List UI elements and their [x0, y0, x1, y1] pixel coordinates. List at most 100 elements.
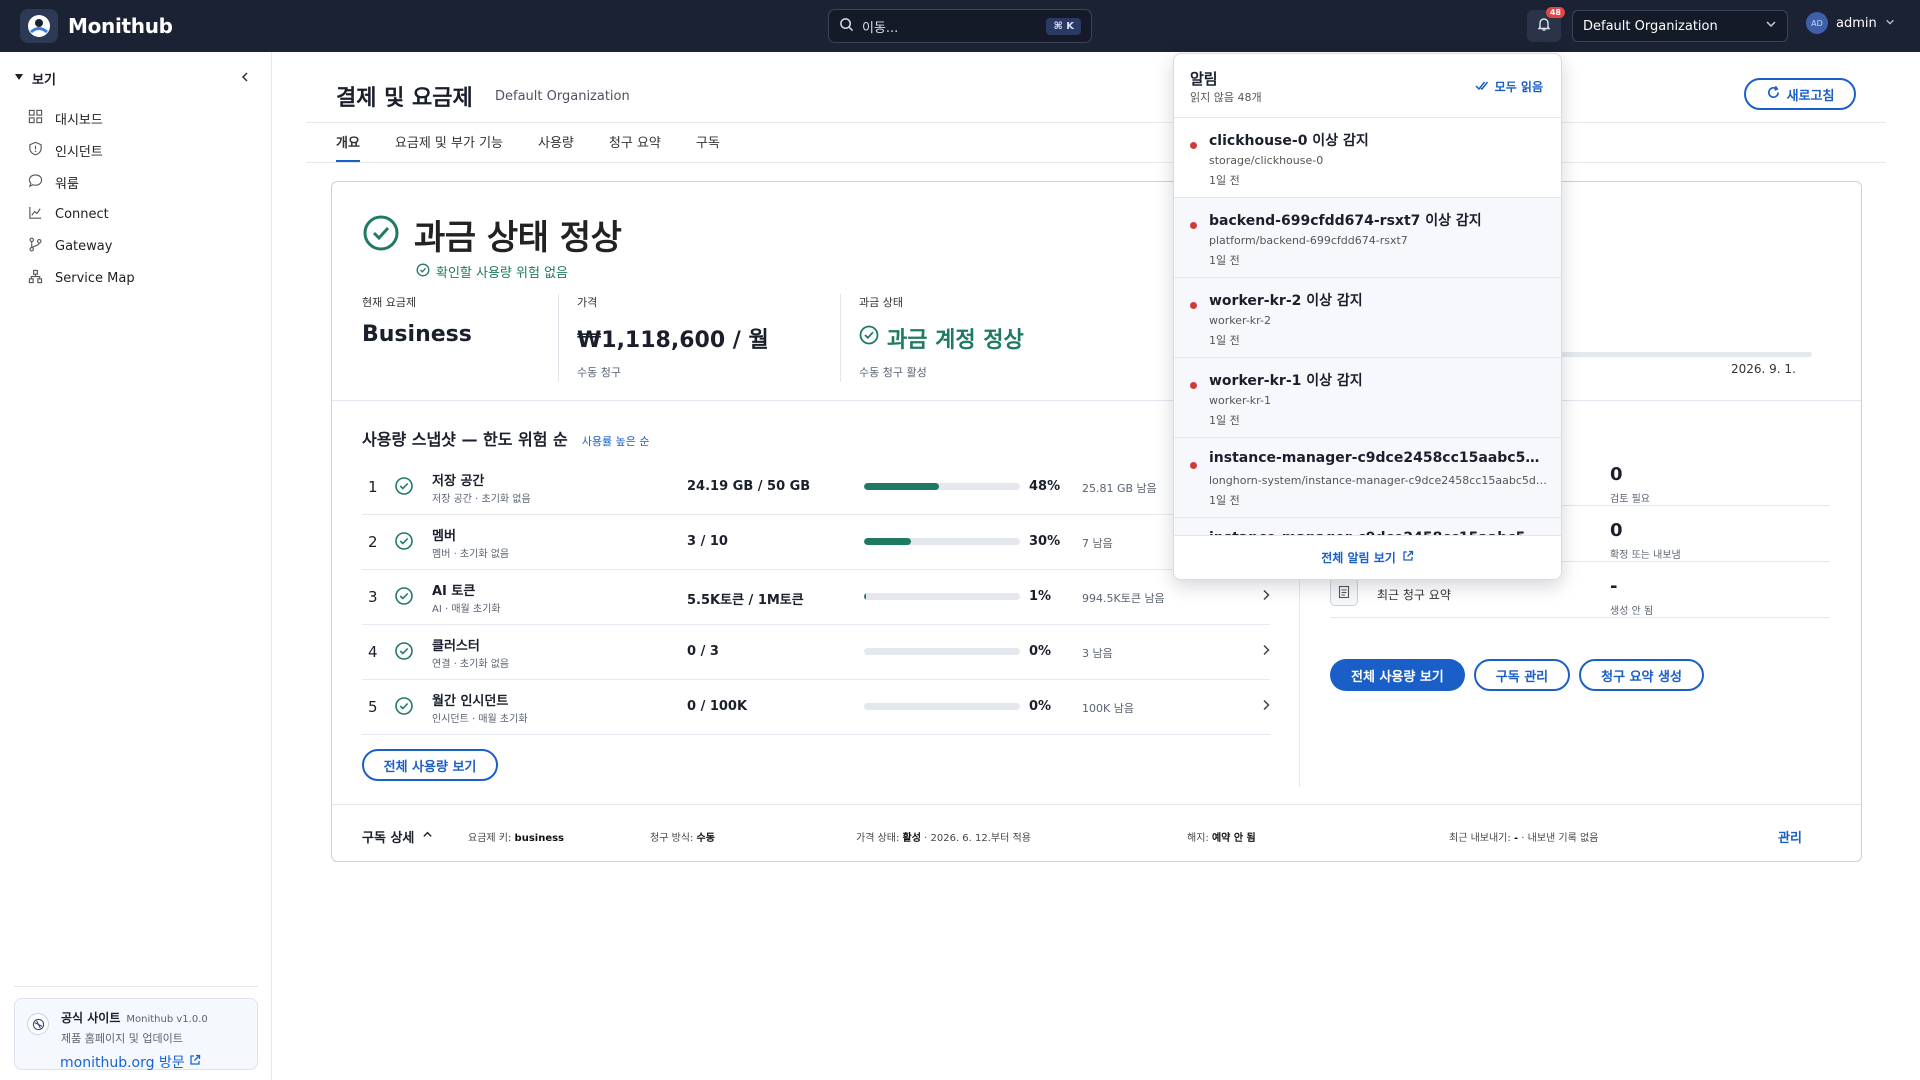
- billing-method-label: 청구 방식:: [650, 833, 694, 844]
- usage-percent: 0%: [1029, 699, 1052, 714]
- chevron-right-icon[interactable]: [1259, 588, 1273, 606]
- unread-dot-icon: [1190, 382, 1197, 389]
- notifications-unread-count: 읽지 않음 48개: [1190, 91, 1262, 104]
- cancellation-label: 해지:: [1187, 833, 1209, 844]
- usage-row[interactable]: 3 AI 토큰 AI · 매월 초기화 5.5K토큰 / 1M토큰 1% 994…: [362, 570, 1270, 625]
- usage-value: 0 / 100K: [687, 699, 748, 714]
- user-menu[interactable]: AD admin: [1806, 12, 1895, 34]
- official-site-card: 공식 사이트 Monithub v1.0.0 제품 홈페이지 및 업데이트 mon…: [14, 998, 258, 1072]
- notifications-list: clickhouse-0 이상 감지 storage/clickhouse-0 …: [1174, 118, 1561, 536]
- usage-rank: 4: [368, 643, 378, 661]
- notifications-popover: 알림 읽지 않음 48개 모두 읽음 clickhouse-0 이상 감지 st…: [1173, 53, 1562, 580]
- usage-progress-bar: [864, 703, 1020, 710]
- billing-metrics: 현재 요금제 Business 가격 ₩1,118,600 / 월 수동 청구 …: [362, 294, 1178, 382]
- notification-time: 1일 전: [1209, 414, 1240, 427]
- usage-row[interactable]: 1 저장 공간 저장 공간 · 초기화 없음 24.19 GB / 50 GB …: [362, 460, 1270, 515]
- usage-value: 5.5K토큰 / 1M토큰: [687, 593, 804, 608]
- sidebar-item-incidents[interactable]: 인시던트: [28, 134, 135, 166]
- sidebar-item-warroom[interactable]: 워룸: [28, 166, 135, 198]
- sidebar-item-service-map[interactable]: Service Map: [28, 262, 135, 294]
- metric-price: 가격 ₩1,118,600 / 월 수동 청구: [558, 294, 822, 382]
- search-input[interactable]: 이동... ⌘ K: [828, 9, 1092, 43]
- usage-name: AI 토큰: [432, 584, 476, 599]
- top-bar: Monithub 이동... ⌘ K 48 Default Organizati…: [0, 0, 1920, 52]
- tab-subscription[interactable]: 구독: [696, 132, 720, 162]
- sidebar-item-label: Gateway: [55, 238, 113, 254]
- view-all-usage-primary-button[interactable]: 전체 사용량 보기: [1330, 659, 1465, 691]
- price-status-label: 가격 상태:: [856, 833, 900, 844]
- search-shortcut: ⌘ K: [1046, 17, 1081, 35]
- manage-link[interactable]: 관리: [1778, 827, 1802, 846]
- refresh-button[interactable]: 새로고침: [1744, 78, 1856, 110]
- tab-overview[interactable]: 개요: [336, 132, 360, 162]
- subscription-details-toggle[interactable]: 구독 상세: [362, 827, 433, 846]
- usage-row[interactable]: 4 클러스터 연결 · 초기화 없음 0 / 3 0% 3 남음: [362, 625, 1270, 680]
- sidebar-item-label: 인시던트: [55, 144, 103, 160]
- official-site-link[interactable]: monithub.org 방문: [60, 1052, 247, 1072]
- network-icon: [28, 269, 43, 288]
- tab-usage[interactable]: 사용량: [538, 132, 574, 162]
- card-footer-divider: [332, 804, 1861, 805]
- summary-value: 0: [1610, 520, 1623, 541]
- notifications-title: 알림: [1190, 70, 1218, 88]
- metric-label: 현재 요금제: [362, 296, 417, 309]
- summary-value: 0: [1610, 464, 1623, 485]
- chevron-right-icon[interactable]: [1259, 643, 1273, 661]
- unread-dot-icon: [1190, 222, 1197, 229]
- usage-value: 3 / 10: [687, 534, 728, 549]
- mark-all-read-button[interactable]: 모두 읽음: [1475, 78, 1543, 95]
- notification-item[interactable]: worker-kr-1 이상 감지 worker-kr-1 1일 전: [1174, 358, 1561, 438]
- notification-source: storage/clickhouse-0: [1209, 154, 1324, 167]
- usage-row[interactable]: 2 멤버 멤버 · 초기화 없음 3 / 10 30% 7 남음: [362, 515, 1270, 570]
- view-all-notifications-label: 전체 알림 보기: [1321, 551, 1396, 565]
- chevron-down-icon: [1765, 18, 1777, 34]
- generate-billing-summary-button[interactable]: 청구 요약 생성: [1579, 659, 1704, 691]
- usage-remaining: 3 남음: [1082, 647, 1113, 660]
- notification-item[interactable]: instance-manager-c9dce2458cc15aabc5da10: [1174, 518, 1561, 536]
- usage-rank: 2: [368, 533, 378, 551]
- unread-dot-icon: [1190, 302, 1197, 309]
- billing-method: 청구 방식: 수동: [650, 829, 715, 844]
- notification-item[interactable]: worker-kr-2 이상 감지 worker-kr-2 1일 전: [1174, 278, 1561, 358]
- sidebar-item-dashboard[interactable]: 대시보드: [28, 102, 135, 134]
- usage-rank: 1: [368, 478, 378, 496]
- notification-item[interactable]: backend-699cfdd674-rsxt7 이상 감지 platform/…: [1174, 198, 1561, 278]
- sidebar-item-gateway[interactable]: Gateway: [28, 230, 135, 262]
- page-tabs: 개요 요금제 및 부가 기능 사용량 청구 요약 구독: [336, 132, 720, 162]
- usage-percent: 48%: [1029, 479, 1061, 494]
- brand[interactable]: Monithub: [20, 9, 173, 43]
- organization-select[interactable]: Default Organization: [1572, 10, 1788, 42]
- notification-item[interactable]: instance-manager-c9dce2458cc15aabc5da10……: [1174, 438, 1561, 518]
- notification-title: worker-kr-2 이상 감지: [1209, 293, 1363, 309]
- official-site-desc: 제품 홈페이지 및 업데이트: [61, 1032, 183, 1045]
- summary-sub: 생성 안 됨: [1610, 606, 1654, 617]
- notification-item[interactable]: clickhouse-0 이상 감지 storage/clickhouse-0 …: [1174, 118, 1561, 198]
- usage-desc: 연결 · 초기화 없음: [432, 659, 510, 670]
- tab-plans-addons[interactable]: 요금제 및 부가 기능: [395, 132, 503, 162]
- usage-remaining: 994.5K토큰 남음: [1082, 592, 1165, 605]
- view-all-usage-button[interactable]: 전체 사용량 보기: [362, 749, 498, 781]
- usage-name: 클러스터: [432, 639, 480, 654]
- usage-progress-bar: [864, 648, 1020, 655]
- sidebar-item-connect[interactable]: Connect: [28, 198, 135, 230]
- usage-sort-toggle[interactable]: 사용률 높은 순: [582, 433, 650, 449]
- usage-remaining: 25.81 GB 남음: [1082, 482, 1157, 495]
- metric-hint: 수동 청구: [577, 366, 621, 379]
- manage-subscription-button[interactable]: 구독 관리: [1473, 659, 1571, 691]
- check-circle-icon: [394, 586, 414, 610]
- check-circle-icon: [394, 696, 414, 720]
- branch-icon: [28, 237, 43, 256]
- notification-source: worker-kr-1: [1209, 394, 1271, 407]
- view-all-notifications-link[interactable]: 전체 알림 보기: [1174, 535, 1561, 579]
- check-circle-icon: [394, 641, 414, 665]
- usage-row[interactable]: 5 월간 인시던트 인시던트 · 매월 초기화 0 / 100K 0% 100K…: [362, 680, 1270, 735]
- page-subtitle: Default Organization: [495, 89, 630, 104]
- collapse-sidebar-icon[interactable]: [239, 71, 251, 87]
- sidebar-divider: [14, 986, 258, 987]
- sidebar-section-header[interactable]: 보기: [14, 69, 251, 88]
- notification-title: clickhouse-0 이상 감지: [1209, 133, 1369, 149]
- sidebar-nav: 대시보드 인시던트 워룸 Connect Gateway Service Map: [28, 102, 135, 294]
- tab-billing-summary[interactable]: 청구 요약: [609, 132, 661, 162]
- chevron-right-icon[interactable]: [1259, 698, 1273, 716]
- notifications-button[interactable]: 48: [1527, 7, 1565, 42]
